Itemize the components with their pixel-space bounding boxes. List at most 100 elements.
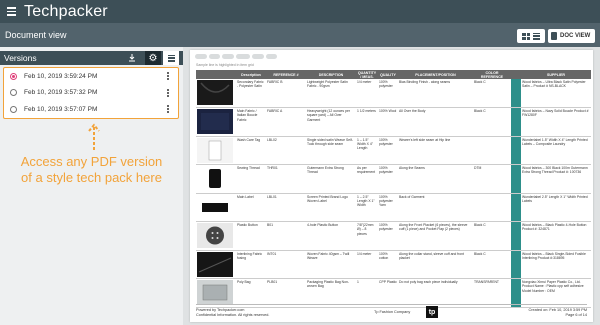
version-radio[interactable]	[10, 89, 17, 97]
footer-page: Page 6 of 14	[565, 313, 587, 317]
page-pill	[221, 54, 234, 59]
item-name: Secondary Fabric - Polyester Satin	[236, 79, 266, 108]
grid-list-toggle[interactable]	[517, 29, 545, 43]
item-quality: 100% polyester	[378, 221, 398, 251]
item-placement: Bias Binding Finish - along seams	[398, 79, 473, 108]
item-color: Black C	[473, 221, 511, 251]
item-name: Poly Bag	[236, 278, 266, 308]
item-reference: LBL01	[266, 193, 306, 222]
highlight-cell	[511, 79, 521, 108]
item-quantity: 1/4 meter	[356, 250, 378, 279]
column-header: PLACEMENT/POSITION	[398, 70, 473, 79]
item-image	[197, 194, 233, 220]
more-options-icon[interactable]	[167, 105, 169, 113]
column-header	[511, 70, 521, 79]
version-item[interactable]: Feb 10, 2019 3:57:32 PM	[4, 85, 178, 102]
settings-gear-button[interactable]: ⚙	[145, 51, 161, 65]
item-reference: INT01	[266, 250, 306, 279]
versions-title: Versions	[4, 53, 37, 63]
column-header: QUALITY	[378, 70, 398, 79]
table-row: Main Label LBL01 Screen Printed Brand Logo…	[196, 193, 591, 222]
item-image	[197, 109, 233, 134]
item-quality: 100% Wool	[378, 107, 398, 137]
footer-left: Powered by Techpacker.com Confidential I…	[196, 308, 269, 318]
item-reference: FABRIC B	[266, 79, 306, 108]
item-description: Heavyweight (12 ounces per square yard) …	[306, 107, 356, 137]
version-item[interactable]: Feb 10, 2019 3:59:24 PM	[4, 68, 178, 85]
item-name: Plastic Button	[236, 221, 266, 251]
highlight-cell	[511, 278, 521, 308]
item-quantity: 1/4 meter	[356, 79, 378, 108]
item-quantity: 1 – 2.5" Length X 1" Width	[356, 193, 378, 222]
bill-of-materials-table: Description REFERENCE # DESCRIPTION QUAN…	[196, 70, 591, 308]
doc-view-button[interactable]: DOC VIEW	[548, 29, 595, 43]
item-supplier: Wood fabrics – Black Plastic 4-Hole Butt…	[521, 221, 591, 251]
item-placement: All Over the Body	[398, 107, 473, 137]
pdf-page: Sample line is highlighted in item grid …	[190, 50, 593, 322]
item-color	[473, 136, 511, 165]
column-header: QUANTITY / MEAS.	[356, 70, 378, 79]
company-logo: tp	[426, 306, 438, 318]
table-row: Wash Care Tag LBL02 Single sided satin Wea…	[196, 136, 591, 165]
item-reference: PLB01	[266, 278, 306, 308]
page-pill	[235, 54, 251, 59]
versions-list: Feb 10, 2019 3:59:24 PM Feb 10, 2019 3:5…	[3, 67, 179, 119]
item-quality: 100% polyester	[378, 164, 398, 194]
item-name: Main Fabric / Italian Boucle Fabric	[236, 107, 266, 137]
footer-confidential: Confidential Information. All rights res…	[196, 313, 270, 317]
highlight-cell	[511, 136, 521, 165]
item-thumbnail	[196, 79, 236, 108]
version-date: Feb 10, 2019 3:57:07 PM	[24, 105, 98, 113]
list-view-icon[interactable]	[533, 32, 540, 40]
callout-line-1: Access any PDF version	[20, 154, 163, 169]
hamburger-menu-icon[interactable]	[0, 0, 22, 23]
app-header: Techpacker	[0, 0, 600, 23]
more-options-icon[interactable]	[167, 88, 169, 97]
item-quality: CPP Plastic	[378, 278, 398, 308]
version-radio[interactable]	[10, 72, 17, 80]
item-supplier: Wood fabrics – 300 Black 100m Gutermann …	[521, 164, 591, 194]
callout-line-2: of a style tech pack here	[21, 170, 162, 185]
highlight-cell	[511, 107, 521, 137]
version-date: Feb 10, 2019 3:57:32 PM	[24, 89, 98, 97]
item-image	[197, 137, 233, 163]
table-row: Poly Bag PLB01 Packaging Plastic Bag Non-w…	[196, 278, 591, 308]
page-pill	[266, 54, 278, 59]
item-supplier: Wunderlabel 2.5" Length X 1" Width Print…	[521, 193, 591, 222]
item-description: Packaging Plastic Bag Non-woven Bag	[306, 278, 356, 308]
item-quantity: 1 1/2 meters	[356, 107, 378, 137]
item-reference: THR01	[266, 164, 306, 194]
item-reference: FABRIC A	[266, 107, 306, 137]
column-header: REFERENCE #	[266, 70, 306, 79]
list-icon	[167, 54, 175, 62]
page-footer: Powered by Techpacker.com Confidential I…	[196, 304, 587, 320]
highlight-cell	[511, 164, 521, 194]
item-description: Woven Fabric 40gsm – Twill Weave	[306, 250, 356, 279]
item-name: Sewing Thread	[236, 164, 266, 194]
item-quality: 100% polyester	[378, 79, 398, 108]
page-pill	[208, 54, 220, 59]
item-quality: 100% polyester	[378, 136, 398, 165]
item-placement: Along the Front Placket (6 pieces), the …	[398, 221, 473, 251]
versions-sidebar: Versions ⚙ Feb 10, 2019 3:59:24 PM Feb 1…	[0, 47, 183, 325]
item-name: Interlining Fabric fusing	[236, 250, 266, 279]
column-header: DESCRIPTION	[306, 70, 356, 79]
item-thumbnail	[196, 164, 236, 194]
item-reference: LBL02	[266, 136, 306, 165]
download-icon[interactable]	[128, 54, 136, 62]
more-options-icon[interactable]	[167, 72, 169, 80]
item-color	[473, 193, 511, 222]
item-image	[197, 166, 233, 191]
table-header-row: Description REFERENCE # DESCRIPTION QUAN…	[196, 70, 591, 79]
item-supplier: Wood fabrics – Ultra Black Satin Polyest…	[521, 79, 591, 108]
version-radio[interactable]	[10, 105, 17, 113]
item-quality: 100% cotton	[378, 250, 398, 279]
grid-view-icon[interactable]	[522, 32, 530, 40]
version-list-button[interactable]	[163, 51, 179, 65]
item-color: Black C	[473, 250, 511, 279]
item-name: Main Label	[236, 193, 266, 222]
item-quantity: 1 – 1.5" Width X 4" Length	[356, 136, 378, 165]
item-placement: Along the Seams	[398, 164, 473, 194]
version-item[interactable]: Feb 10, 2019 3:57:07 PM	[4, 101, 178, 118]
item-image	[197, 223, 233, 248]
